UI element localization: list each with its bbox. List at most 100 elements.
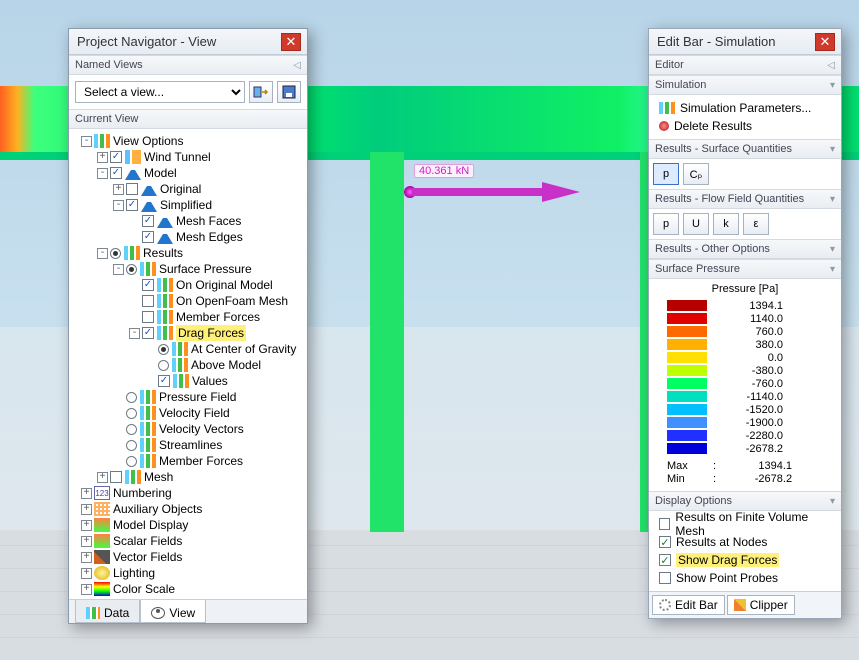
expand-icon[interactable]: + — [81, 584, 92, 595]
tree-node[interactable]: On OpenFoam Mesh — [75, 293, 305, 309]
tree-node[interactable]: -✓Simplified — [75, 197, 305, 213]
quantity-button[interactable]: ε — [743, 213, 769, 235]
radio[interactable] — [126, 264, 137, 275]
tab-data[interactable]: Data — [75, 600, 140, 623]
clipper-button[interactable]: Clipper — [727, 595, 795, 615]
tree-node[interactable]: -View Options — [75, 133, 305, 149]
expand-icon[interactable]: + — [81, 520, 92, 531]
checkbox[interactable]: ✓ — [110, 151, 122, 163]
close-icon[interactable]: ✕ — [815, 33, 835, 51]
expand-icon[interactable]: - — [81, 136, 92, 147]
quantity-button[interactable]: p — [653, 163, 679, 185]
expand-icon[interactable]: + — [81, 504, 92, 515]
tree-node[interactable]: ✓Mesh Edges — [75, 229, 305, 245]
radio[interactable] — [158, 360, 169, 371]
checkbox[interactable]: ✓ — [110, 167, 122, 179]
flow-quantities-header[interactable]: Results - Flow Field Quantities▾ — [649, 189, 841, 209]
surface-pressure-header[interactable]: Surface Pressure▾ — [649, 259, 841, 279]
tree-node[interactable]: Velocity Field — [75, 405, 305, 421]
surface-quantities-header[interactable]: Results - Surface Quantities▾ — [649, 139, 841, 159]
named-views-header[interactable]: Named Views◁ — [69, 55, 307, 75]
quantity-button[interactable]: p — [653, 213, 679, 235]
checkbox[interactable]: ✓ — [142, 327, 154, 339]
checkbox[interactable]: ✓ — [126, 199, 138, 211]
tree-node[interactable]: +Lighting — [75, 565, 305, 581]
display-option[interactable]: Results on Finite Volume Mesh — [655, 515, 835, 533]
quantity-button[interactable]: U — [683, 213, 709, 235]
checkbox[interactable]: ✓ — [158, 375, 170, 387]
checkbox[interactable] — [142, 311, 154, 323]
tree-node[interactable]: +Model Display — [75, 517, 305, 533]
radio[interactable] — [158, 344, 169, 355]
display-options-header[interactable]: Display Options▾ — [649, 491, 841, 511]
expand-icon[interactable]: - — [129, 328, 140, 339]
save-view-icon[interactable] — [277, 81, 301, 103]
panel-titlebar[interactable]: Edit Bar - Simulation ✕ — [649, 29, 841, 55]
checkbox[interactable] — [659, 518, 670, 530]
display-option[interactable]: ✓Show Drag Forces — [655, 551, 835, 569]
display-option[interactable]: Show Point Probes — [655, 569, 835, 587]
checkbox[interactable]: ✓ — [142, 231, 154, 243]
tree-node[interactable]: Member Forces — [75, 453, 305, 469]
expand-icon[interactable]: + — [113, 184, 124, 195]
checkbox[interactable] — [110, 471, 122, 483]
expand-icon[interactable]: + — [81, 552, 92, 563]
tree-node[interactable]: +Vector Fields — [75, 549, 305, 565]
simulation-header[interactable]: Simulation▾ — [649, 75, 841, 95]
current-view-header[interactable]: Current View — [69, 109, 307, 129]
tree-node[interactable]: Member Forces — [75, 309, 305, 325]
radio[interactable] — [126, 440, 137, 451]
expand-icon[interactable]: - — [97, 168, 108, 179]
tree-node[interactable]: ✓On Original Model — [75, 277, 305, 293]
tree-node[interactable]: -✓Model — [75, 165, 305, 181]
checkbox[interactable] — [659, 572, 671, 584]
tree-node[interactable]: +Mesh — [75, 469, 305, 485]
checkbox[interactable] — [142, 295, 154, 307]
edit-bar-button[interactable]: Edit Bar — [652, 595, 725, 615]
expand-icon[interactable]: - — [113, 264, 124, 275]
view-select[interactable]: Select a view... — [75, 81, 245, 103]
expand-icon[interactable]: + — [97, 152, 108, 163]
checkbox[interactable]: ✓ — [659, 536, 671, 548]
tree-node[interactable]: +✓Wind Tunnel — [75, 149, 305, 165]
tree-node[interactable]: Velocity Vectors — [75, 421, 305, 437]
close-icon[interactable]: ✕ — [281, 33, 301, 51]
tree-node[interactable]: -Results — [75, 245, 305, 261]
view-tree[interactable]: -View Options+✓Wind Tunnel-✓Model+Origin… — [69, 129, 307, 599]
tree-node[interactable]: +Color Scale — [75, 581, 305, 597]
tree-node[interactable]: At Center of Gravity — [75, 341, 305, 357]
tree-node[interactable]: ✓Mesh Faces — [75, 213, 305, 229]
tree-node[interactable]: +Original — [75, 181, 305, 197]
expand-icon[interactable]: - — [113, 200, 124, 211]
tree-node[interactable]: Streamlines — [75, 437, 305, 453]
checkbox[interactable]: ✓ — [142, 215, 154, 227]
tree-node[interactable]: Above Model — [75, 357, 305, 373]
radio[interactable] — [110, 248, 121, 259]
editor-header[interactable]: Editor◁ — [649, 55, 841, 75]
sim-parameters[interactable]: Simulation Parameters... — [655, 99, 835, 117]
expand-icon[interactable]: + — [81, 488, 92, 499]
tab-view[interactable]: View — [140, 600, 206, 623]
checkbox[interactable]: ✓ — [659, 554, 671, 566]
apply-view-icon[interactable] — [249, 81, 273, 103]
radio[interactable] — [126, 408, 137, 419]
tree-node[interactable]: +123Numbering — [75, 485, 305, 501]
checkbox[interactable] — [126, 183, 138, 195]
tree-node[interactable]: ✓Values — [75, 373, 305, 389]
tree-node[interactable]: -Surface Pressure — [75, 261, 305, 277]
expand-icon[interactable]: + — [81, 536, 92, 547]
panel-titlebar[interactable]: Project Navigator - View ✕ — [69, 29, 307, 55]
delete-results[interactable]: Delete Results — [655, 117, 835, 135]
expand-icon[interactable]: + — [81, 568, 92, 579]
radio[interactable] — [126, 424, 137, 435]
tree-node[interactable]: +Auxiliary Objects — [75, 501, 305, 517]
expand-icon[interactable]: - — [97, 248, 108, 259]
tree-node[interactable]: +Scalar Fields — [75, 533, 305, 549]
quantity-button[interactable]: k — [713, 213, 739, 235]
radio[interactable] — [126, 456, 137, 467]
other-options-header[interactable]: Results - Other Options▾ — [649, 239, 841, 259]
tree-node[interactable]: -✓Drag Forces — [75, 325, 305, 341]
quantity-button[interactable]: Cₚ — [683, 163, 709, 185]
checkbox[interactable]: ✓ — [142, 279, 154, 291]
tree-node[interactable]: Pressure Field — [75, 389, 305, 405]
